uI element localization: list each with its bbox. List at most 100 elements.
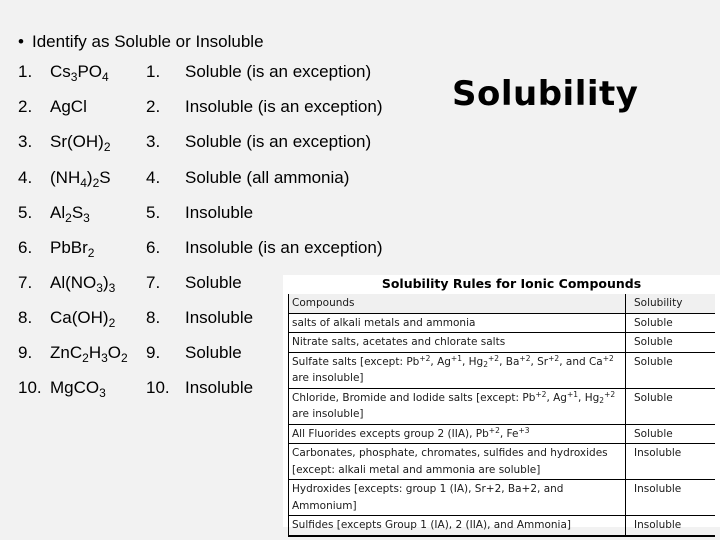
text-run: Sr(OH) — [50, 132, 104, 151]
subscript: 4 — [80, 176, 87, 190]
text-run: Chloride, Bromide and Iodide salts [exce… — [292, 391, 536, 404]
chemical-formula: (NH4)2S — [50, 168, 111, 190]
text-run: S — [71, 203, 84, 222]
compound-cell: Hydroxides [excepts: group 1 (IA), Sr+2,… — [288, 479, 626, 516]
subscript: 3 — [99, 386, 106, 400]
question-number: 7. — [18, 273, 33, 292]
answer-number: 1. — [146, 62, 161, 81]
text-run: Sulfides [excepts Group 1 (IA), 2 (IIA),… — [292, 519, 571, 531]
chemical-formula: Al(NO3)3 — [50, 273, 116, 295]
chemical-formula: Cs3PO4 — [50, 62, 109, 84]
answer-text: Insoluble — [185, 308, 254, 327]
solubility-cell: Insoluble — [625, 479, 715, 516]
text-run: (NH — [50, 168, 81, 187]
superscript: +2 — [602, 353, 614, 363]
text-run: Carbonates, phosphate, chromates, sulfid… — [292, 447, 608, 476]
subscript: 3 — [96, 281, 103, 295]
superscript: +2 — [519, 353, 531, 363]
text-run: Ca(OH) — [50, 308, 109, 327]
rules-row: Carbonates, phosphate, chromates, sulfid… — [288, 443, 715, 480]
chemical-formula: Sr(OH)2 — [50, 132, 111, 153]
rules-header-row: Compounds Solubility — [288, 294, 715, 314]
compound-cell: Sulfides [excepts Group 1 (IA), 2 (IIA),… — [288, 515, 626, 537]
subscript: 3 — [83, 211, 90, 225]
subscript: 3 — [108, 281, 116, 295]
solubility-cell: Insoluble — [625, 443, 715, 480]
answer-text: Soluble (is an exception) — [185, 132, 372, 151]
text-run: PO — [77, 62, 103, 81]
subscript: 4 — [102, 70, 109, 84]
slide-title: Solubility — [452, 74, 639, 114]
superscript: +2 — [604, 389, 616, 399]
question-number: 8. — [18, 308, 33, 327]
solubility-cell: Soluble — [625, 388, 715, 425]
text-run: salts of alkali metals and ammonia — [292, 316, 476, 329]
subscript: 2 — [121, 351, 128, 365]
answer-text: Insoluble (is an exception) — [185, 97, 383, 116]
question-number: 3. — [18, 132, 33, 151]
text-run: , Ag — [430, 355, 451, 368]
rules-row: Sulfides [excepts Group 1 (IA), 2 (IIA),… — [288, 515, 715, 537]
subscript: 2 — [82, 351, 89, 365]
superscript: +2 — [488, 353, 500, 363]
text-run: All Fluorides excepts group 2 (IIA), Pb — [292, 427, 489, 440]
subscript: 2 — [108, 316, 116, 330]
text-run: , Hg — [461, 355, 484, 368]
superscript: +3 — [518, 425, 530, 435]
chemical-formula: AgCl — [50, 97, 87, 117]
chemical-formula: PbBr2 — [50, 238, 95, 260]
answer-number: 9. — [146, 343, 161, 362]
text-run: Hydroxides [excepts: group 1 (IA), Sr+2,… — [292, 483, 564, 512]
subscript: 3 — [101, 351, 108, 365]
superscript: +2 — [548, 353, 560, 363]
text-run: Nitrate salts, acetates and chlorate sal… — [292, 336, 506, 348]
question-number: 1. — [18, 62, 33, 81]
question-number: 6. — [18, 238, 33, 257]
rules-row: All Fluorides excepts group 2 (IIA), Pb+… — [288, 424, 715, 444]
text-run: MgCO — [50, 378, 100, 397]
answer-number: 10. — [146, 378, 170, 397]
superscript: +2 — [488, 425, 500, 435]
answer-text: Insoluble (is an exception) — [185, 238, 383, 257]
answer-text: Soluble — [185, 273, 242, 292]
answer-text: Soluble (all ammonia) — [185, 168, 350, 187]
solubility-cell: Soluble — [625, 332, 715, 353]
text-run: Cs — [50, 62, 71, 81]
bullet-dot-icon: • — [18, 32, 24, 51]
question-number: 5. — [18, 203, 33, 222]
answer-number: 3. — [146, 132, 161, 151]
rules-row: Nitrate salts, acetates and chlorate sal… — [288, 332, 715, 353]
superscript: +1 — [566, 389, 579, 399]
subscript: 2 — [87, 246, 95, 260]
rules-row: Sulfate salts [except: Pb+2, Ag+1, Hg2+2… — [288, 352, 715, 389]
rules-table: Compounds Solubility salts of alkali met… — [288, 294, 715, 537]
solubility-rules-image: Solubility Rules for Ionic Compounds Com… — [283, 275, 720, 537]
chemical-formula: MgCO3 — [50, 378, 106, 400]
text-run: O — [107, 343, 122, 362]
chemical-formula: Ca(OH)2 — [50, 308, 116, 330]
rules-table-title: Solubility Rules for Ionic Compounds — [381, 276, 642, 291]
text-run: , and Ca — [559, 355, 603, 368]
text-run: H — [88, 343, 102, 362]
subscript: 2 — [65, 211, 72, 225]
answer-number: 2. — [146, 97, 161, 116]
compound-cell: Sulfate salts [except: Pb+2, Ag+1, Hg2+2… — [288, 352, 626, 389]
text-run: ZnC — [50, 343, 83, 362]
answer-number: 5. — [146, 203, 161, 222]
text-run: Al(NO — [50, 273, 97, 292]
header-compounds: Compounds — [288, 294, 626, 314]
compound-cell: Nitrate salts, acetates and chlorate sal… — [288, 332, 626, 353]
question-number: 10. — [18, 378, 42, 397]
text-run: S — [99, 168, 111, 187]
compound-cell: salts of alkali metals and ammonia — [288, 313, 626, 333]
answer-number: 7. — [146, 273, 161, 292]
compound-cell: Chloride, Bromide and Iodide salts [exce… — [288, 388, 626, 425]
text-run: are insoluble] — [292, 408, 364, 420]
text-run: Al — [50, 203, 66, 222]
solubility-cell: Soluble — [625, 352, 715, 389]
instruction-bullet: • Identify as Soluble or Insoluble — [18, 32, 264, 52]
rules-row: Hydroxides [excepts: group 1 (IA), Sr+2,… — [288, 479, 715, 516]
answer-text: Soluble — [185, 343, 242, 362]
rules-row: salts of alkali metals and ammonia Solubl… — [288, 313, 715, 333]
answer-text: Soluble (is an exception) — [185, 62, 372, 81]
